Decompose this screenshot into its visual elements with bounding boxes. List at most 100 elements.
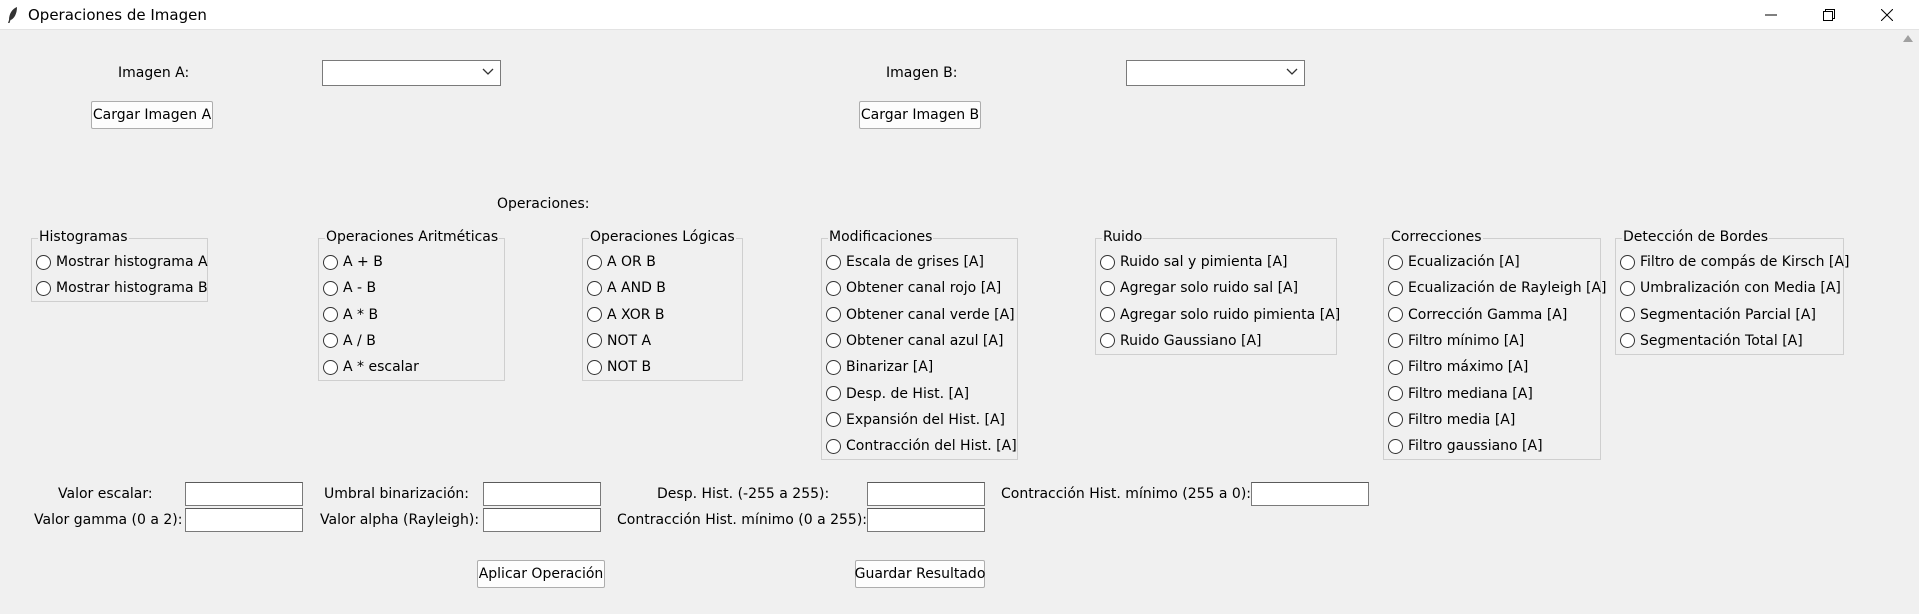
radio-option-label: Umbralización con Media [A]	[1640, 280, 1841, 297]
scroll-up-arrow-icon[interactable]	[1903, 34, 1913, 42]
radio-button-icon[interactable]	[1100, 333, 1115, 349]
radio-option-correcciones[interactable]: Filtro media [A]	[1388, 410, 1515, 430]
radio-button-icon[interactable]	[1100, 280, 1115, 296]
radio-option-label: A AND B	[607, 280, 666, 297]
radio-option-ruido[interactable]: Ruido Gaussiano [A]	[1100, 331, 1262, 351]
save-result-button[interactable]: Guardar Resultado	[855, 560, 985, 588]
valor-escalar-input[interactable]	[185, 482, 303, 506]
radio-button-icon[interactable]	[826, 254, 841, 270]
radio-option-modificaciones[interactable]: Obtener canal rojo [A]	[826, 278, 1001, 298]
radio-option-modificaciones[interactable]: Desp. de Hist. [A]	[826, 384, 969, 404]
contraccion-max-label: Contracción Hist. mínimo (255 a 0):	[1001, 486, 1252, 502]
radio-option-bordes[interactable]: Umbralización con Media [A]	[1620, 278, 1841, 298]
close-button[interactable]	[1858, 0, 1916, 30]
image-a-select[interactable]	[322, 60, 501, 86]
contraccion-max-input[interactable]	[1251, 482, 1369, 506]
radio-button-icon[interactable]	[826, 412, 841, 428]
radio-button-icon[interactable]	[1388, 386, 1403, 401]
radio-button-icon[interactable]	[1100, 254, 1115, 270]
radio-option-aritmeticas[interactable]: A * escalar	[323, 357, 419, 377]
radio-option-correcciones[interactable]: Filtro mediana [A]	[1388, 384, 1533, 404]
radio-button-icon[interactable]	[826, 280, 841, 296]
apply-operation-button[interactable]: Aplicar Operación	[477, 560, 605, 588]
image-b-select[interactable]	[1126, 60, 1305, 86]
radio-button-icon[interactable]	[323, 333, 338, 349]
radio-button-icon[interactable]	[1620, 333, 1635, 349]
chevron-down-icon	[1286, 68, 1298, 75]
radio-button-icon[interactable]	[323, 280, 338, 296]
radio-button-icon[interactable]	[1388, 280, 1403, 296]
radio-button-icon[interactable]	[323, 254, 338, 270]
radio-option-modificaciones[interactable]: Binarizar [A]	[826, 357, 933, 377]
radio-button-icon[interactable]	[1388, 438, 1403, 454]
radio-option-logicas[interactable]: A AND B	[587, 278, 666, 298]
desp-hist-input[interactable]	[867, 482, 985, 506]
radio-option-bordes[interactable]: Segmentación Total [A]	[1620, 331, 1803, 351]
radio-button-icon[interactable]	[323, 307, 338, 323]
radio-option-modificaciones[interactable]: Obtener canal azul [A]	[826, 331, 1003, 351]
radio-button-icon[interactable]	[1100, 307, 1115, 323]
radio-option-histogramas[interactable]: Mostrar histograma A	[36, 252, 208, 272]
radio-option-histogramas[interactable]: Mostrar histograma B	[36, 278, 208, 298]
load-image-a-button[interactable]: Cargar Imagen A	[91, 101, 213, 129]
radio-button-icon[interactable]	[1388, 412, 1403, 428]
load-image-b-button[interactable]: Cargar Imagen B	[859, 101, 981, 129]
restore-button[interactable]	[1800, 0, 1858, 30]
valor-alpha-input[interactable]	[483, 508, 601, 532]
radio-option-correcciones[interactable]: Filtro gaussiano [A]	[1388, 436, 1543, 456]
umbral-binarizacion-input[interactable]	[483, 482, 601, 506]
radio-button-icon[interactable]	[1620, 254, 1635, 270]
radio-option-bordes[interactable]: Segmentación Parcial [A]	[1620, 305, 1816, 325]
radio-button-icon[interactable]	[587, 254, 602, 270]
radio-button-icon[interactable]	[826, 333, 841, 349]
radio-option-label: Filtro mínimo [A]	[1408, 332, 1525, 349]
radio-option-aritmeticas[interactable]: A - B	[323, 278, 376, 298]
radio-option-bordes[interactable]: Filtro de compás de Kirsch [A]	[1620, 252, 1849, 272]
radio-button-icon[interactable]	[826, 307, 841, 323]
radio-button-icon[interactable]	[587, 307, 602, 323]
radio-option-label: Ecualización [A]	[1408, 254, 1520, 270]
radio-option-aritmeticas[interactable]: A / B	[323, 331, 376, 351]
radio-option-logicas[interactable]: A OR B	[587, 252, 656, 272]
radio-option-label: Filtro máximo [A]	[1408, 359, 1529, 376]
radio-option-aritmeticas[interactable]: A + B	[323, 252, 383, 272]
radio-button-icon[interactable]	[323, 359, 338, 375]
radio-option-correcciones[interactable]: Ecualización de Rayleigh [A]	[1388, 278, 1607, 298]
radio-button-icon[interactable]	[36, 280, 51, 296]
operations-label: Operaciones:	[497, 196, 590, 212]
radio-option-modificaciones[interactable]: Expansión del Hist. [A]	[826, 410, 1005, 430]
radio-button-icon[interactable]	[1388, 333, 1403, 349]
radio-button-icon[interactable]	[587, 333, 602, 349]
radio-option-correcciones[interactable]: Filtro máximo [A]	[1388, 357, 1528, 377]
radio-button-icon[interactable]	[1388, 359, 1403, 375]
radio-option-logicas[interactable]: NOT A	[587, 331, 651, 351]
radio-option-modificaciones[interactable]: Contracción del Hist. [A]	[826, 436, 1017, 456]
radio-button-icon[interactable]	[1388, 254, 1403, 270]
contraccion-min-input[interactable]	[867, 508, 985, 532]
radio-button-icon[interactable]	[587, 359, 602, 375]
radio-option-modificaciones[interactable]: Obtener canal verde [A]	[826, 305, 1015, 325]
radio-option-ruido[interactable]: Agregar solo ruido sal [A]	[1100, 278, 1298, 298]
radio-option-logicas[interactable]: A XOR B	[587, 305, 665, 325]
valor-gamma-input[interactable]	[185, 508, 303, 532]
radio-option-aritmeticas[interactable]: A * B	[323, 305, 378, 325]
radio-option-ruido[interactable]: Agregar solo ruido pimienta [A]	[1100, 305, 1340, 325]
radio-button-icon[interactable]	[1388, 307, 1403, 323]
group-histogramas: Histogramas Mostrar histograma A Mostrar …	[31, 229, 208, 302]
radio-option-correcciones[interactable]: Filtro mínimo [A]	[1388, 331, 1524, 351]
radio-button-icon[interactable]	[826, 438, 841, 454]
radio-option-label: A OR B	[607, 254, 656, 270]
radio-button-icon[interactable]	[36, 254, 51, 270]
radio-option-correcciones[interactable]: Corrección Gamma [A]	[1388, 305, 1567, 325]
radio-button-icon[interactable]	[1620, 280, 1635, 296]
minimize-button[interactable]	[1742, 0, 1800, 30]
radio-button-icon[interactable]	[1620, 307, 1635, 323]
radio-button-icon[interactable]	[587, 280, 602, 296]
radio-option-logicas[interactable]: NOT B	[587, 357, 651, 377]
radio-option-correcciones[interactable]: Ecualización [A]	[1388, 252, 1520, 272]
radio-option-ruido[interactable]: Ruido sal y pimienta [A]	[1100, 252, 1288, 272]
radio-option-modificaciones[interactable]: Escala de grises [A]	[826, 252, 984, 272]
radio-option-label: Ecualización de Rayleigh [A]	[1408, 280, 1607, 297]
radio-button-icon[interactable]	[826, 386, 841, 401]
radio-button-icon[interactable]	[826, 359, 841, 375]
